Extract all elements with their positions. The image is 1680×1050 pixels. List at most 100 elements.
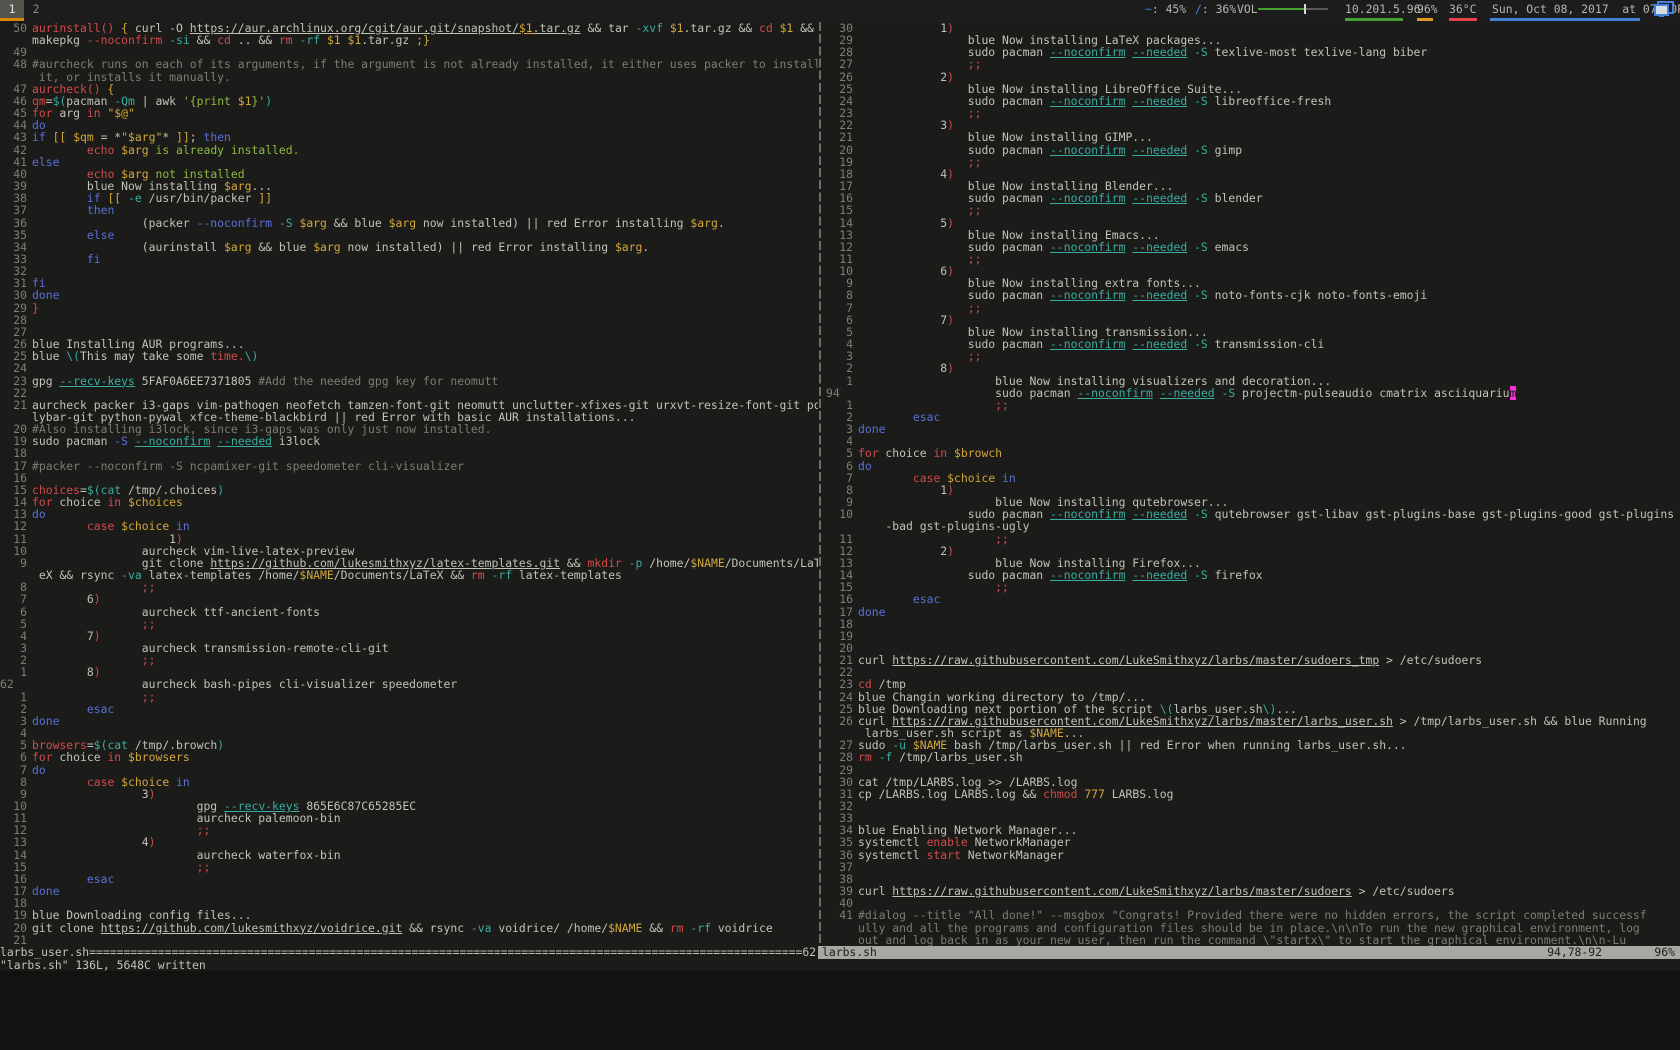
line-number: 5: [0, 618, 27, 630]
editor-pane-right[interactable]: 30 1)29 blue Now installing LaTeX packag…: [826, 22, 1680, 946]
code-row: 45for arg in "$@": [0, 107, 818, 119]
code-text: echo $arg is already installed.: [32, 144, 299, 156]
code-row: 5 ;;: [0, 618, 818, 630]
line-number: 27: [826, 58, 853, 70]
volume-slider[interactable]: [1258, 8, 1328, 10]
statusline-inactive[interactable]: larbs_user.sh===========================…: [0, 946, 818, 958]
code-text: blue \(This may take some time.\): [32, 350, 258, 362]
line-number: 7: [0, 593, 27, 605]
code-row: 42 echo $arg is already installed.: [0, 144, 818, 156]
code-row: 25blue \(This may take some time.\): [0, 350, 818, 362]
line-number: 11: [826, 533, 853, 545]
code-row: 17done: [826, 606, 1680, 618]
line-number: 43: [0, 131, 27, 143]
line-number: [826, 934, 853, 946]
code-row: 15 ;;: [826, 204, 1680, 216]
code-row: 2 esac: [826, 411, 1680, 423]
line-number: 24: [0, 362, 27, 374]
battery-accent: [1417, 18, 1433, 21]
ip-accent: [1345, 18, 1403, 21]
code-text: curl https://raw.githubusercontent.com/L…: [858, 885, 1455, 897]
line-number: 37: [0, 204, 27, 216]
line-number: 20: [0, 922, 27, 934]
line-number: 23: [0, 375, 27, 387]
line-number: 24: [826, 691, 853, 703]
code-text: curl https://raw.githubusercontent.com/L…: [858, 654, 1482, 666]
terminal-window: 50aurinstall() { curl -O https://aur.arc…: [0, 22, 1680, 971]
code-row: 23 ;;: [826, 107, 1680, 119]
volume-knob[interactable]: [1304, 4, 1306, 14]
line-number: 16: [826, 593, 853, 605]
line-number: 7: [826, 302, 853, 314]
code-row: makepkg --noconfirm -si && cd .. && rm -…: [0, 34, 818, 46]
code-text: (packer --noconfirm -S $arg && blue $arg…: [32, 217, 725, 229]
editor-pane-left[interactable]: 50aurinstall() { curl -O https://aur.arc…: [0, 22, 818, 946]
code-row: 16 esac: [0, 873, 818, 885]
volume-fill: [1258, 8, 1304, 10]
line-number: 14: [826, 217, 853, 229]
line-number: 62: [0, 678, 27, 690]
line-number: 21: [0, 399, 27, 411]
home-disk-usage: ~: 45%: [1145, 0, 1186, 18]
code-row: 20git clone https://github.com/lukesmith…: [0, 922, 818, 934]
line-number: 18: [0, 447, 27, 459]
root-icon: /: [1195, 2, 1202, 16]
line-number: [826, 922, 853, 934]
temperature-accent: [1449, 18, 1477, 21]
code-text: fi: [32, 253, 101, 265]
line-number: [826, 520, 853, 532]
line-number: 1: [826, 375, 853, 387]
code-row: 15 ;;: [826, 581, 1680, 593]
vim-command-line[interactable]: "larbs.sh" 136L, 5648C written: [0, 959, 1680, 971]
line-number: 6: [0, 751, 27, 763]
home-disk-value: 45%: [1166, 2, 1187, 16]
code-row: 21curl https://raw.githubusercontent.com…: [826, 654, 1680, 666]
line-number: [0, 71, 27, 83]
code-text: out and log back in as your new user, th…: [858, 934, 1626, 946]
code-row: 21: [0, 934, 818, 946]
code-row: 19sudo pacman -S --noconfirm --needed i3…: [0, 435, 818, 447]
line-number: 26: [826, 715, 853, 727]
line-number: 28: [826, 751, 853, 763]
code-text: done: [32, 715, 59, 727]
scroll-percent: 96%: [1654, 946, 1675, 958]
home-icon: ~: [1145, 2, 1152, 16]
line-number: 12: [0, 520, 27, 532]
code-text: (aurinstall $arg && blue $arg now instal…: [32, 241, 649, 253]
line-number: 35: [0, 229, 27, 241]
code-text: for choice in $browch: [858, 447, 1002, 459]
line-number: 50: [0, 22, 27, 34]
code-row: 14for choice in $choices: [0, 496, 818, 508]
line-number: 30: [0, 289, 27, 301]
line-number: 7: [0, 764, 27, 776]
code-row: 1 ;;: [826, 399, 1680, 411]
code-row: 23 gpg --recv-keys 5FAF0A6EE7371805 #Add …: [0, 375, 818, 387]
code-row: 11 ;;: [826, 533, 1680, 545]
line-number: 26: [826, 71, 853, 83]
code-row: 2 esac: [0, 703, 818, 715]
temperature: 36°C: [1449, 0, 1476, 18]
line-number: 13: [826, 229, 853, 241]
code-row: 27 ;;: [826, 58, 1680, 70]
workspace-1[interactable]: 1: [0, 0, 24, 18]
ip-address: 10.201.5.96: [1345, 0, 1420, 18]
code-row: 17done: [0, 885, 818, 897]
line-number: 1: [0, 691, 27, 703]
code-text: done: [32, 885, 59, 897]
code-row: 22: [826, 666, 1680, 678]
cursor-block: m: [1510, 386, 1517, 400]
datetime: Sun, Oct 08, 2017 at 07:00PM: [1492, 0, 1680, 18]
code-row: 32: [826, 800, 1680, 812]
line-number: 41: [826, 909, 853, 921]
line-number: 15: [826, 204, 853, 216]
split-divider[interactable]: [819, 22, 821, 946]
statusline-active[interactable]: larbs.sh 94,78-92 96%: [818, 946, 1680, 958]
workspace-2[interactable]: 2: [24, 0, 48, 18]
line-number: 6: [826, 460, 853, 472]
code-row: 19 ;;: [826, 156, 1680, 168]
code-row: 32: [0, 265, 818, 277]
code-text: done: [858, 606, 885, 618]
line-number: 18: [826, 618, 853, 630]
code-text: gpg --recv-keys 5FAF0A6EE7371805 #Add th…: [32, 375, 498, 387]
code-row: 15 ;;: [0, 861, 818, 873]
